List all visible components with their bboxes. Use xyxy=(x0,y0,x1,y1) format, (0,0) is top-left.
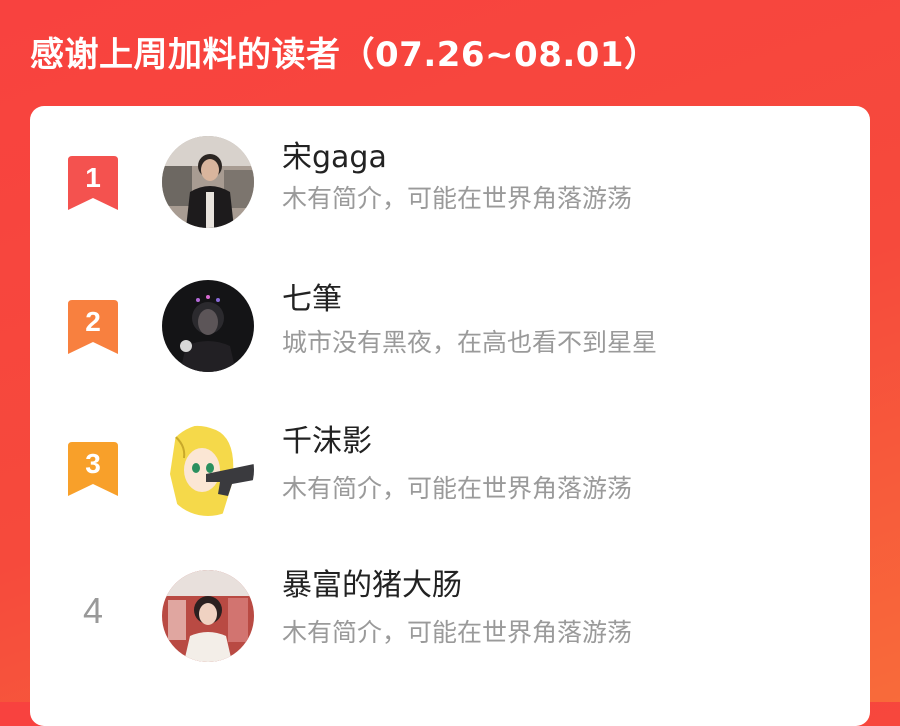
reader-bio: 木有简介，可能在世界角落游荡 xyxy=(282,184,633,213)
photo-avatar-person-icon xyxy=(162,136,254,228)
avatar[interactable] xyxy=(162,570,254,662)
reader-name: 千沫影 xyxy=(282,424,372,459)
reader-list-card: 1 宋gaga 木有简介，可能在世界角落游荡 2 七筆 城市没有黑夜，在高也看不… xyxy=(30,106,870,726)
reader-bio: 城市没有黑夜，在高也看不到星星 xyxy=(282,328,658,357)
avatar[interactable] xyxy=(162,280,254,372)
anime-girl-avatar-icon xyxy=(162,424,254,516)
rank-number: 3 xyxy=(85,448,101,479)
rank-ribbon-icon: 2 xyxy=(68,300,118,354)
list-item[interactable]: 3 千沫影 木有简介，可能在世界角落游荡 xyxy=(30,390,870,530)
reader-bio: 木有简介，可能在世界角落游荡 xyxy=(282,618,633,647)
dark-portrait-avatar-icon xyxy=(162,280,254,372)
list-item[interactable]: 1 宋gaga 木有简介，可能在世界角落游荡 xyxy=(30,106,870,246)
photo-avatar-girl-icon xyxy=(162,570,254,662)
rank-number: 4 xyxy=(82,590,104,631)
avatar[interactable] xyxy=(162,136,254,228)
avatar[interactable] xyxy=(162,424,254,516)
rank-number: 2 xyxy=(85,306,101,337)
rank-ribbon-icon: 3 xyxy=(68,442,118,496)
reader-name: 宋gaga xyxy=(282,140,387,175)
reader-name: 七筆 xyxy=(282,282,342,317)
page-title: 感谢上周加料的读者（07.26~08.01） xyxy=(30,35,659,75)
reader-bio: 木有简介，可能在世界角落游荡 xyxy=(282,474,633,503)
reader-name: 暴富的猪大肠 xyxy=(282,568,462,603)
list-item[interactable]: 2 七筆 城市没有黑夜，在高也看不到星星 xyxy=(30,248,870,388)
list-item[interactable]: 4 暴富的猪大肠 木有简介，可能在世界角落游荡 xyxy=(30,532,870,672)
rank-number: 1 xyxy=(85,162,101,193)
rank-ribbon-icon: 1 xyxy=(68,156,118,210)
